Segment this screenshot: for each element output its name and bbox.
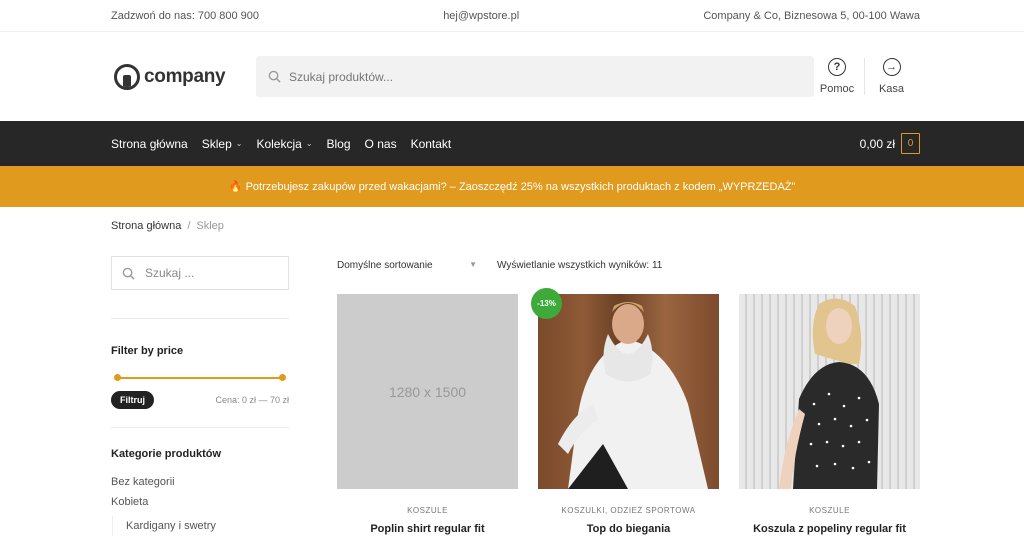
sidebar-search-placeholder: Szukaj ...: [145, 266, 195, 280]
site-logo[interactable]: company: [114, 63, 256, 90]
product-photo-blouse: [779, 298, 879, 489]
logo-icon: [114, 63, 140, 90]
divider: [111, 427, 289, 428]
help-label: Pomoc: [819, 83, 855, 95]
product-area: Domyślne sortowanie ▼ Wyświetlanie wszys…: [337, 244, 920, 535]
arrow-right-icon: →: [882, 58, 901, 76]
filter-button[interactable]: Filtruj: [111, 391, 154, 409]
help-link[interactable]: ? Pomoc: [810, 58, 864, 95]
product-category[interactable]: KOSZULKI, ODZIEŻ SPORTOWA: [538, 506, 719, 515]
search-icon: [122, 267, 135, 280]
product-card[interactable]: KOSZULE Koszula z popeliny regular fit: [739, 294, 920, 535]
nav-item-about[interactable]: O nas: [365, 137, 397, 151]
breadcrumb-separator: /: [187, 219, 191, 232]
breadcrumb-home[interactable]: Strona główna: [111, 220, 181, 232]
product-grid: 1280 x 1500 KOSZULE Poplin shirt regular…: [337, 288, 920, 535]
nav-item-shop[interactable]: Sklep ⌄: [202, 137, 243, 151]
product-image[interactable]: [739, 294, 920, 489]
cart-count: 0: [901, 133, 920, 154]
product-card[interactable]: 1280 x 1500 KOSZULE Poplin shirt regular…: [337, 294, 518, 535]
shop-sidebar: Szukaj ... Filter by price Filtruj Cena:…: [111, 256, 289, 536]
subcategory-link[interactable]: Kardigany i swetry: [112, 516, 289, 536]
chevron-down-icon: ⌄: [305, 139, 313, 148]
header-links: ? Pomoc → Kasa: [810, 58, 918, 95]
nav-label: Sklep: [201, 136, 232, 151]
result-count: Wyświetlanie wszystkich wyników: 11: [497, 259, 663, 271]
checkout-link[interactable]: → Kasa: [864, 58, 918, 95]
product-category[interactable]: KOSZULE: [739, 506, 920, 515]
category-link[interactable]: Kobieta: [111, 492, 289, 512]
price-slider[interactable]: [114, 373, 286, 383]
product-name[interactable]: Poplin shirt regular fit: [337, 523, 518, 535]
filter-title: Filter by price: [111, 345, 184, 357]
main-navigation: Strona główna Sklep ⌄ Kolekcja ⌄ Blog O na…: [0, 121, 1024, 166]
price-slider-min-handle[interactable]: [114, 374, 121, 381]
sidebar-search-input[interactable]: Szukaj ...: [111, 256, 289, 290]
promo-banner: 🔥 Potrzebujesz zakupów przed wakacjami? …: [0, 166, 1024, 207]
product-search-input[interactable]: Szukaj produktów...: [256, 56, 814, 97]
nav-label: Kontakt: [410, 136, 452, 151]
divider: [111, 318, 289, 319]
search-icon: [268, 70, 281, 83]
price-slider-max-handle[interactable]: [279, 374, 286, 381]
checkout-label: Kasa: [878, 83, 905, 95]
nav-label: Blog: [326, 136, 351, 151]
top-info-bar: Zadzwoń do nas: 700 800 900 hej@wpstore.…: [0, 0, 1024, 32]
category-list: Bez kategorii Kobieta Kardigany i swetry: [111, 472, 289, 536]
logo-text: company: [144, 65, 226, 87]
sort-select[interactable]: Domyślne sortowanie ▼: [337, 260, 477, 271]
sale-badge: -13%: [531, 288, 562, 319]
address-info: Company & Co, Biznesowa 5, 00-100 Wawa: [703, 9, 920, 22]
breadcrumb-current: Sklep: [196, 219, 224, 232]
nav-label: O nas: [364, 136, 397, 151]
email-link[interactable]: hej@wpstore.pl: [443, 10, 519, 22]
nav-item-collection[interactable]: Kolekcja ⌄: [256, 137, 312, 151]
product-category[interactable]: KOSZULE: [337, 506, 518, 515]
help-icon: ?: [828, 58, 846, 76]
placeholder-size: 1280 x 1500: [388, 383, 467, 400]
sort-value: Domyślne sortowanie: [337, 259, 433, 271]
dropdown-arrow-icon: ▼: [469, 259, 477, 269]
product-photo-hoodie: [558, 302, 708, 489]
chevron-down-icon: ⌄: [235, 139, 243, 148]
price-range: Cena: 0 zł — 70 zł: [215, 395, 289, 405]
product-name[interactable]: Top do biegania: [538, 523, 719, 535]
product-image-placeholder[interactable]: 1280 x 1500: [337, 294, 518, 489]
nav-item-blog[interactable]: Blog: [327, 137, 351, 151]
categories-title: Kategorie produktów: [111, 448, 222, 460]
breadcrumb: Strona główna / Sklep: [0, 207, 1024, 244]
cart-button[interactable]: 0,00 zł 0: [860, 133, 920, 154]
promo-text: 🔥 Potrzebujesz zakupów przed wakacjami? …: [228, 181, 796, 193]
product-image[interactable]: [538, 294, 719, 489]
nav-item-contact[interactable]: Kontakt: [411, 137, 452, 151]
category-link[interactable]: Bez kategorii: [111, 472, 289, 492]
nav-label: Kolekcja: [256, 136, 302, 151]
price-slider-track: [117, 377, 283, 379]
nav-label: Strona główna: [111, 136, 188, 151]
product-card[interactable]: -13% KOSZULKI, ODZIEŻ SPORTOWA Top do bi…: [531, 288, 719, 535]
phone-info: Zadzwoń do nas: 700 800 900: [111, 9, 260, 22]
search-placeholder: Szukaj produktów...: [289, 69, 394, 84]
site-header: company Szukaj produktów... ? Pomoc → Ka…: [0, 32, 1024, 121]
product-name[interactable]: Koszula z popeliny regular fit: [739, 523, 920, 535]
cart-total: 0,00 zł: [859, 136, 895, 151]
nav-item-home[interactable]: Strona główna: [111, 137, 188, 151]
